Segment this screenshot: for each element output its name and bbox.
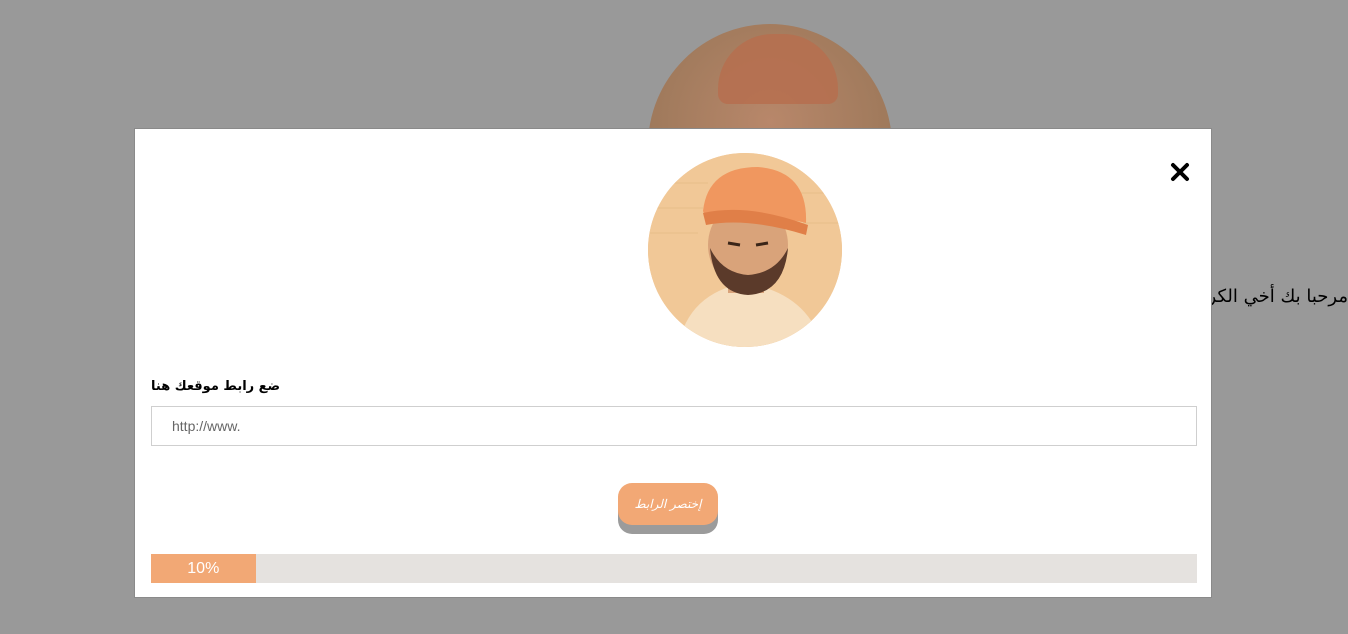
shorten-url-button[interactable]: إختصر الرابط [618,483,718,525]
close-icon [1171,163,1189,181]
profile-avatar [648,153,842,347]
background-greeting: مرحبا بك أخي الكريم [1190,286,1348,307]
url-input[interactable] [151,406,1197,446]
progress-fill: 10% [151,554,256,583]
progress-label: 10% [187,559,220,577]
close-button[interactable] [1169,161,1191,183]
shorten-url-modal: ضع رابط موقعك هنا إختصر الرابط 10% [134,128,1212,598]
progress-bar: 10% [151,554,1197,583]
url-label: ضع رابط موقعك هنا [151,379,281,394]
profile-photo [648,153,842,347]
background-avatar-cap [718,34,838,104]
